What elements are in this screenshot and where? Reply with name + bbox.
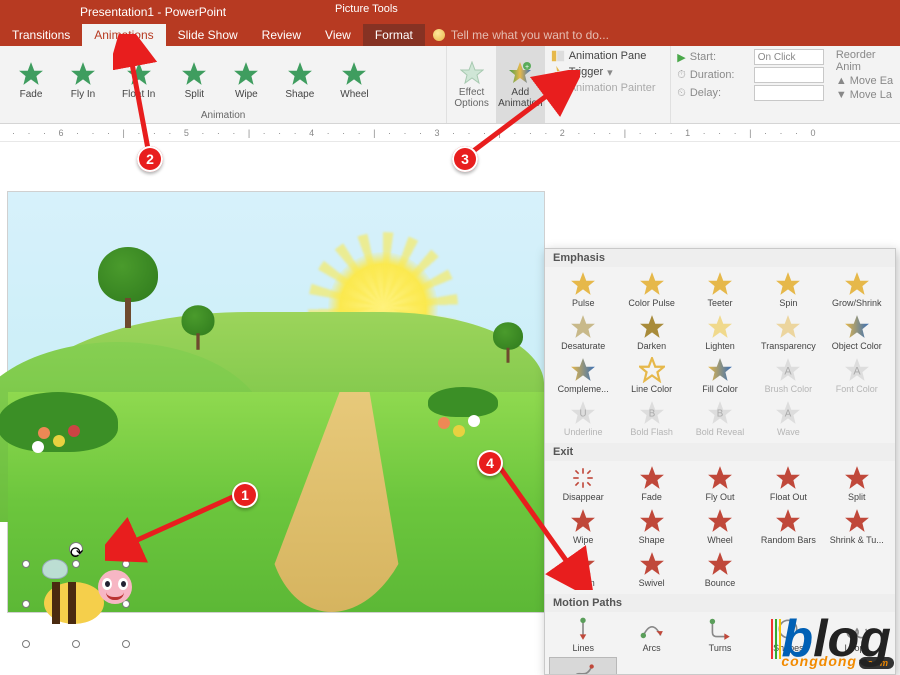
arrow-2: [113, 34, 163, 154]
arrow-3: [460, 70, 580, 160]
exit-floatout[interactable]: Float Out: [754, 463, 822, 504]
bulb-icon: [433, 29, 445, 41]
rotate-handle[interactable]: ⟳: [69, 542, 83, 556]
tab-transitions[interactable]: Transitions: [0, 24, 82, 46]
animation-gallery[interactable]: Fade Fly In Float In Split Wipe Shape: [0, 46, 446, 110]
exit-shape[interactable]: Shape: [617, 506, 685, 547]
exit-flyout[interactable]: Fly Out: [686, 463, 754, 504]
reorder-group: Reorder Anim ▲Move Ea ▼Move La: [830, 46, 900, 123]
emph-fontcolor: AFont Color: [823, 355, 891, 396]
resize-handle[interactable]: [22, 600, 30, 608]
watermark-logo: blog congdong.com: [781, 621, 894, 669]
duration-label: Duration:: [690, 69, 750, 81]
anim-wipe[interactable]: Wipe: [233, 61, 259, 100]
svg-text:U: U: [580, 408, 587, 419]
tell-me-text: Tell me what you want to do...: [451, 28, 609, 42]
arrow-4: [495, 460, 595, 590]
animation-gallery-group: Fade Fly In Float In Split Wipe Shape: [0, 46, 447, 123]
resize-handle[interactable]: [72, 640, 80, 648]
emph-transparency[interactable]: Transparency: [754, 312, 822, 353]
exit-wheel[interactable]: Wheel: [686, 506, 754, 547]
emph-boldreveal: BBold Reveal: [686, 398, 754, 439]
emph-boldflash: BBold Flash: [617, 398, 685, 439]
svg-text:B: B: [717, 408, 724, 419]
tell-me[interactable]: Tell me what you want to do...: [425, 24, 609, 46]
anim-shape[interactable]: Shape: [285, 61, 314, 100]
selected-image-bee[interactable]: ⟳: [26, 564, 126, 644]
svg-text:A: A: [785, 365, 793, 377]
animation-pane-button[interactable]: Animation Pane: [551, 48, 665, 64]
anim-flyin[interactable]: Fly In: [70, 61, 96, 100]
emphasis-grid: Pulse Color Pulse Teeter Spin Grow/Shrin…: [545, 267, 895, 443]
emph-complementary[interactable]: Compleme...: [549, 355, 617, 396]
emph-growshrink[interactable]: Grow/Shrink: [823, 269, 891, 310]
start-label: Start:: [690, 51, 750, 63]
motion-arcs[interactable]: Arcs: [617, 614, 685, 655]
exit-bounce[interactable]: Bounce: [686, 549, 754, 590]
emph-underline: UUnderline: [549, 398, 617, 439]
title-bar: Presentation1 - PowerPoint: [0, 0, 900, 24]
exit-fade[interactable]: Fade: [617, 463, 685, 504]
tab-view[interactable]: View: [313, 24, 363, 46]
emphasis-header: Emphasis: [545, 249, 895, 267]
svg-text:A: A: [785, 408, 792, 419]
emph-fillcolor[interactable]: Fill Color: [686, 355, 754, 396]
start-select[interactable]: On Click: [754, 49, 824, 65]
reorder-header: Reorder Anim: [836, 48, 896, 74]
resize-handle[interactable]: [72, 560, 80, 568]
emph-wave: AWave: [754, 398, 822, 439]
emph-objectcolor[interactable]: Object Color: [823, 312, 891, 353]
move-later-button[interactable]: ▼Move La: [836, 88, 896, 102]
motion-lines[interactable]: Lines: [549, 614, 617, 655]
delay-label: Delay:: [690, 87, 750, 99]
callout-4: 4: [477, 450, 503, 476]
tab-format[interactable]: Format: [363, 24, 425, 46]
resize-handle[interactable]: [122, 640, 130, 648]
slide-area: ⟳ Emphasis Pulse Colo: [0, 142, 900, 675]
exit-grid: Disappear Fade Fly Out Float Out Split W…: [545, 461, 895, 594]
emph-lighten[interactable]: Lighten: [686, 312, 754, 353]
emph-desaturate[interactable]: Desaturate: [549, 312, 617, 353]
callout-3: 3: [452, 146, 478, 172]
arrow-1: [105, 490, 245, 570]
exit-swivel[interactable]: Swivel: [617, 549, 685, 590]
animation-group-label: Animation: [0, 110, 446, 123]
resize-handle[interactable]: [22, 640, 30, 648]
emph-colorpulse[interactable]: Color Pulse: [617, 269, 685, 310]
exit-split[interactable]: Split: [823, 463, 891, 504]
move-earlier-button[interactable]: ▲Move Ea: [836, 74, 896, 88]
picture-tools-label: Picture Tools: [335, 3, 398, 15]
anim-split[interactable]: Split: [181, 61, 207, 100]
window-title: Presentation1 - PowerPoint: [80, 5, 226, 19]
delay-input[interactable]: [754, 85, 824, 101]
anim-fade[interactable]: Fade: [18, 61, 44, 100]
svg-text:A: A: [853, 365, 861, 377]
exit-randombars[interactable]: Random Bars: [754, 506, 822, 547]
duration-input[interactable]: [754, 67, 824, 83]
emph-darken[interactable]: Darken: [617, 312, 685, 353]
emph-pulse[interactable]: Pulse: [549, 269, 617, 310]
slide-canvas[interactable]: ⟳: [8, 192, 544, 612]
callout-1: 1: [232, 482, 258, 508]
motion-turns[interactable]: Turns: [686, 614, 754, 655]
emph-brushcolor: ABrush Color: [754, 355, 822, 396]
exit-shrinkturn[interactable]: Shrink & Tu...: [823, 506, 891, 547]
resize-handle[interactable]: [22, 560, 30, 568]
emph-linecolor[interactable]: Line Color: [617, 355, 685, 396]
timing-group: ▶ Start: On Click ⏱ Duration: ⏲ Delay:: [671, 46, 830, 123]
tab-slideshow[interactable]: Slide Show: [166, 24, 250, 46]
svg-text:B: B: [648, 408, 655, 419]
anim-wheel[interactable]: Wheel: [340, 61, 368, 100]
motion-custompath[interactable]: Custom Path: [549, 657, 617, 675]
exit-header: Exit: [545, 443, 895, 461]
tab-review[interactable]: Review: [250, 24, 313, 46]
callout-2: 2: [137, 146, 163, 172]
emph-spin[interactable]: Spin: [754, 269, 822, 310]
emph-teeter[interactable]: Teeter: [686, 269, 754, 310]
